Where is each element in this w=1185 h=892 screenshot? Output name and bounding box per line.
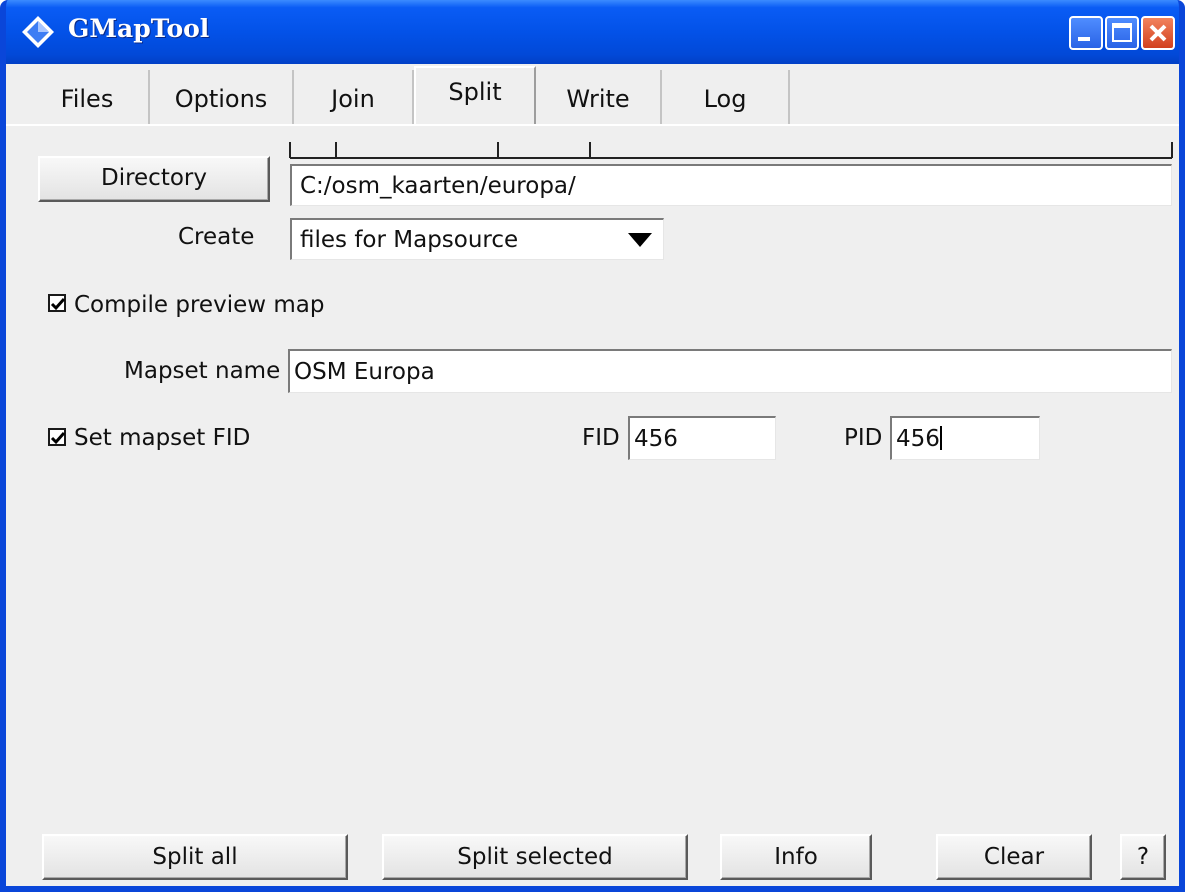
fid-label: FID	[582, 425, 620, 451]
tab-options[interactable]: Options	[150, 70, 294, 126]
path-segment-ruler	[289, 142, 1173, 159]
create-selected-value: files for Mapsource	[300, 227, 519, 253]
text-cursor	[939, 426, 942, 450]
directory-button[interactable]: Directory	[38, 156, 270, 202]
close-button[interactable]	[1141, 16, 1175, 50]
title-bar[interactable]: GMapTool	[6, 0, 1179, 64]
pid-label: PID	[844, 425, 883, 451]
minimize-icon	[1078, 37, 1090, 41]
tab-write[interactable]: Write	[536, 70, 662, 126]
fid-input[interactable]: 456	[628, 416, 776, 460]
close-icon	[1149, 24, 1167, 42]
set-mapset-fid-label: Set mapset FID	[74, 425, 251, 451]
maximize-icon	[1112, 23, 1132, 42]
tab-divider	[6, 124, 1179, 126]
create-label: Create	[178, 224, 255, 250]
tab-log[interactable]: Log	[662, 70, 790, 126]
set-mapset-fid-checkbox[interactable]	[48, 428, 66, 446]
mapset-name-input[interactable]: OSM Europa	[288, 349, 1172, 393]
diamond-app-icon	[22, 16, 54, 48]
tab-split[interactable]: Split	[414, 66, 536, 126]
checkmark-icon	[50, 298, 66, 311]
pid-input[interactable]: 456	[890, 416, 1040, 460]
directory-field[interactable]: C:/osm_kaarten/europa/	[290, 164, 1172, 206]
split-selected-button[interactable]: Split selected	[382, 834, 688, 880]
minimize-button[interactable]	[1069, 16, 1103, 50]
clear-button[interactable]: Clear	[936, 834, 1092, 880]
window-title: GMapTool	[68, 14, 210, 43]
tab-join[interactable]: Join	[294, 70, 414, 126]
pid-value: 456	[896, 426, 940, 452]
info-button[interactable]: Info	[720, 834, 872, 880]
dropdown-arrow-icon[interactable]	[625, 230, 655, 250]
help-button[interactable]: ?	[1120, 834, 1166, 880]
split-all-button[interactable]: Split all	[42, 834, 348, 880]
checkmark-icon	[50, 432, 66, 445]
tab-bar: Files Options Join Split Write Log	[6, 64, 1179, 126]
create-select[interactable]: files for Mapsource	[290, 218, 664, 260]
maximize-button[interactable]	[1105, 16, 1139, 50]
client-area: Files Options Join Split Write Log Direc…	[6, 64, 1179, 886]
compile-preview-checkbox[interactable]	[48, 294, 66, 312]
mapset-name-label: Mapset name	[124, 358, 281, 384]
compile-preview-label: Compile preview map	[74, 292, 325, 318]
tab-files[interactable]: Files	[26, 70, 150, 126]
gmaptool-window: GMapTool Files Options Join Split Write	[0, 0, 1185, 892]
